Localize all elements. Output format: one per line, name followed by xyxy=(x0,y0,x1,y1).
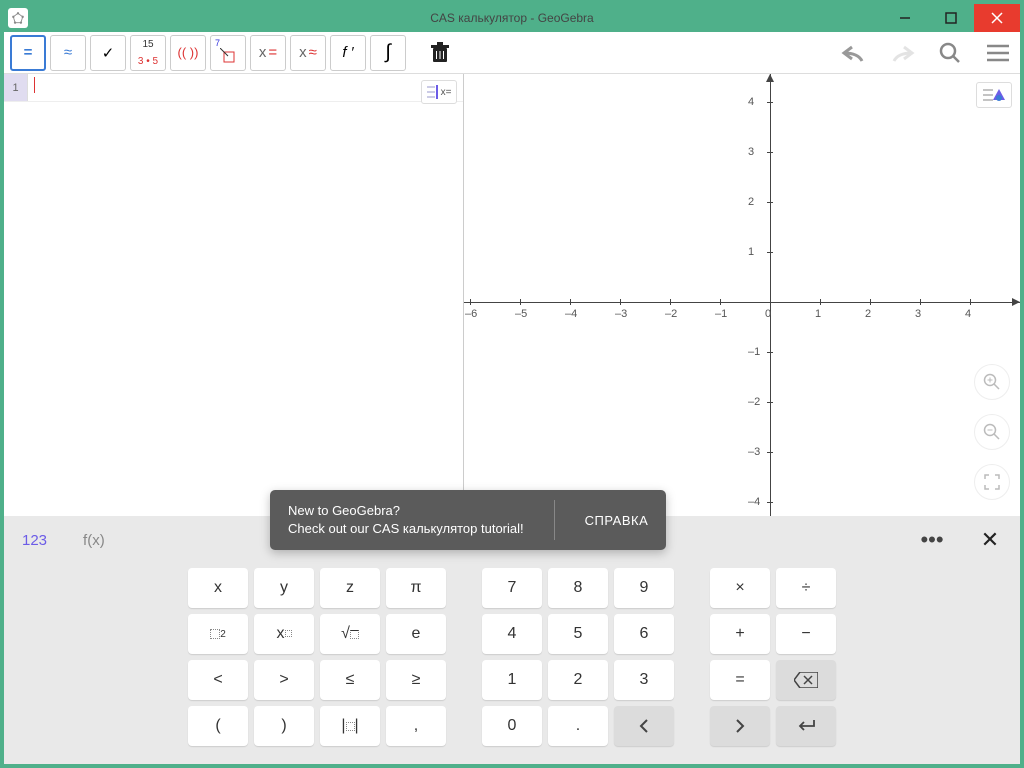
tool-factor[interactable]: 153 • 5 xyxy=(130,35,166,71)
fullscreen-button[interactable] xyxy=(974,464,1010,500)
x-tick-label: –5 xyxy=(515,308,527,320)
key-›[interactable] xyxy=(710,706,770,746)
key-8[interactable]: 8 xyxy=(548,568,608,608)
key-<[interactable]: < xyxy=(188,660,248,700)
key-−[interactable]: − xyxy=(776,614,836,654)
key-=[interactable]: = xyxy=(710,660,770,700)
cas-row[interactable]: 1 xyxy=(4,74,463,102)
zoom-in-button[interactable] xyxy=(974,364,1010,400)
key-e[interactable]: e xyxy=(386,614,446,654)
x-tick-label: –4 xyxy=(565,308,577,320)
x-tick-label: –2 xyxy=(665,308,677,320)
y-tick-label: 1 xyxy=(748,246,754,258)
key-⌫[interactable] xyxy=(776,660,836,700)
key-)[interactable]: ) xyxy=(254,706,314,746)
x-tick-label: 1 xyxy=(815,308,821,320)
tool-keep-input[interactable]: ✓ xyxy=(90,35,126,71)
key-≥[interactable]: ≥ xyxy=(386,660,446,700)
tool-derivative[interactable]: f ′ xyxy=(330,35,366,71)
tool-substitute[interactable]: 7 xyxy=(210,35,246,71)
y-axis xyxy=(770,74,771,516)
y-tick-label: –1 xyxy=(748,346,760,358)
cas-input[interactable] xyxy=(28,74,463,101)
maximize-button[interactable] xyxy=(928,4,974,32)
y-tick-label: 3 xyxy=(748,146,754,158)
key-↵[interactable] xyxy=(776,706,836,746)
key-+[interactable]: + xyxy=(710,614,770,654)
key-x[interactable]: x xyxy=(188,568,248,608)
kbd-more-button[interactable]: ••• xyxy=(908,516,956,564)
key-x▫[interactable]: x xyxy=(254,614,314,654)
zoom-out-button[interactable] xyxy=(974,414,1010,450)
tool-integral[interactable]: ∫ xyxy=(370,35,406,71)
popup-help-button[interactable]: СПРАВКА xyxy=(585,513,649,528)
y-tick-label: –4 xyxy=(748,496,760,508)
tool-exact-eval[interactable]: = xyxy=(10,35,46,71)
key-0[interactable]: 0 xyxy=(482,706,542,746)
y-tick-label: 2 xyxy=(748,196,754,208)
key-.[interactable]: . xyxy=(548,706,608,746)
graphics-style-button[interactable] xyxy=(976,82,1012,108)
key-5[interactable]: 5 xyxy=(548,614,608,654)
x-tick-label: –3 xyxy=(615,308,627,320)
key-÷[interactable]: ÷ xyxy=(776,568,836,608)
kbd-tab-fx[interactable]: f(x) xyxy=(65,532,123,549)
key-6[interactable]: 6 xyxy=(614,614,674,654)
key-▫²[interactable]: 2 xyxy=(188,614,248,654)
key->[interactable]: > xyxy=(254,660,314,700)
key-3[interactable]: 3 xyxy=(614,660,674,700)
tutorial-popup: New to GeoGebra? Check out our CAS кальк… xyxy=(270,490,666,550)
undo-button[interactable] xyxy=(838,37,870,69)
key-4[interactable]: 4 xyxy=(482,614,542,654)
x-axis xyxy=(464,302,1020,303)
menu-button[interactable] xyxy=(982,37,1014,69)
x-tick-label: –6 xyxy=(465,308,477,320)
close-button[interactable] xyxy=(974,4,1020,32)
cas-row-number: 1 xyxy=(4,74,28,101)
x-tick-label: 2 xyxy=(865,308,871,320)
key-×[interactable]: × xyxy=(710,568,770,608)
toolbar: = ≈ ✓ 153 • 5 (( )) 7 x= x≈ f ′ ∫ xyxy=(4,32,1020,74)
list-icon xyxy=(427,85,439,99)
key-9[interactable]: 9 xyxy=(614,568,674,608)
search-button[interactable] xyxy=(934,37,966,69)
key-([interactable]: ( xyxy=(188,706,248,746)
key-y[interactable]: y xyxy=(254,568,314,608)
x-tick-label: 4 xyxy=(965,308,971,320)
tool-nsolve[interactable]: x≈ xyxy=(290,35,326,71)
tool-delete[interactable] xyxy=(422,35,458,71)
key-,[interactable]: , xyxy=(386,706,446,746)
popup-line2: Check out our CAS калькулятор tutorial! xyxy=(288,520,524,538)
key-7[interactable]: 7 xyxy=(482,568,542,608)
key-2[interactable]: 2 xyxy=(548,660,608,700)
window-title: CAS калькулятор - GeoGebra xyxy=(4,11,1020,25)
x-tick-label: 0 xyxy=(765,308,771,320)
y-tick-label: –2 xyxy=(748,396,760,408)
key-√▫[interactable]: √ xyxy=(320,614,380,654)
x-tick-label: –1 xyxy=(715,308,727,320)
kbd-tab-123[interactable]: 123 xyxy=(4,532,65,549)
redo-button[interactable] xyxy=(886,37,918,69)
popup-line1: New to GeoGebra? xyxy=(288,502,524,520)
x-tick-label: 3 xyxy=(915,308,921,320)
y-tick-label: 4 xyxy=(748,96,754,108)
minimize-button[interactable] xyxy=(882,4,928,32)
key-|▫|[interactable]: || xyxy=(320,706,380,746)
kbd-close-button[interactable]: ✕ xyxy=(970,516,1010,564)
key-1[interactable]: 1 xyxy=(482,660,542,700)
key-‹[interactable] xyxy=(614,706,674,746)
virtual-keyboard: 123 f(x) ABC αβγ ••• ✕ xyzπ789×÷2x√e456+… xyxy=(4,516,1020,764)
tool-numeric-eval[interactable]: ≈ xyxy=(50,35,86,71)
titlebar: CAS калькулятор - GeoGebra xyxy=(4,4,1020,32)
key-≤[interactable]: ≤ xyxy=(320,660,380,700)
tool-solve[interactable]: x= xyxy=(250,35,286,71)
graphics-view[interactable]: –6 –5 –4 –3 –2 –1 0 1 2 3 4 4 3 2 1 –1 –2 –3 –4 xyxy=(464,74,1020,516)
key-π[interactable]: π xyxy=(386,568,446,608)
tool-expand[interactable]: (( )) xyxy=(170,35,206,71)
key-z[interactable]: z xyxy=(320,568,380,608)
cas-style-toggle[interactable]: x= xyxy=(421,80,457,104)
cas-panel: 1 x= xyxy=(4,74,464,516)
y-tick-label: –3 xyxy=(748,446,760,458)
